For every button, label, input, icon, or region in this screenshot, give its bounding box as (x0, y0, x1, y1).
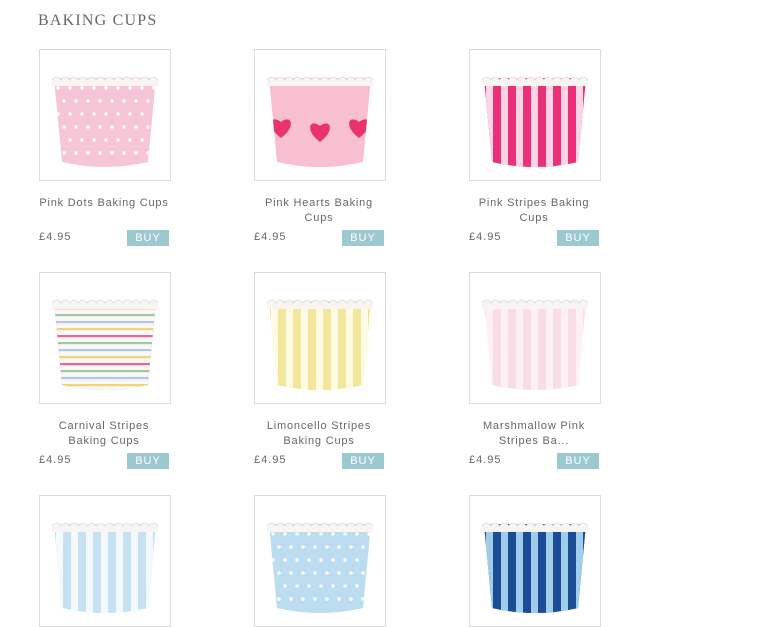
product-name[interactable]: Marshmallow Pink Stripes Ba... (469, 419, 599, 449)
page-title: BAKING CUPS (38, 12, 158, 29)
product-image[interactable] (469, 272, 601, 404)
product-name[interactable]: Pink Stripes Baking Cups (469, 196, 599, 226)
buy-button[interactable]: BUY (342, 453, 384, 469)
buy-button[interactable]: BUY (127, 230, 169, 246)
buy-button[interactable]: BUY (127, 453, 169, 469)
buy-button[interactable]: BUY (557, 453, 599, 469)
product-price: £4.95 (254, 454, 287, 466)
product-image[interactable] (39, 272, 171, 404)
product-price: £4.95 (254, 231, 287, 243)
product-image[interactable] (254, 272, 386, 404)
buy-button[interactable]: BUY (342, 230, 384, 246)
product-image[interactable] (254, 49, 386, 181)
product-price: £4.95 (469, 454, 502, 466)
product-image[interactable] (39, 49, 171, 181)
product-image[interactable] (469, 495, 601, 627)
product-image[interactable] (254, 495, 386, 627)
buy-button[interactable]: BUY (557, 230, 599, 246)
product-price: £4.95 (39, 231, 72, 243)
product-name[interactable]: Pink Dots Baking Cups (39, 196, 169, 211)
product-image[interactable] (39, 495, 171, 627)
product-price: £4.95 (469, 231, 502, 243)
product-name[interactable]: Carnival Stripes Baking Cups (39, 419, 169, 449)
product-name[interactable]: Pink Hearts Baking Cups (254, 196, 384, 226)
product-image[interactable] (469, 49, 601, 181)
product-name[interactable]: Limoncello Stripes Baking Cups (254, 419, 384, 449)
product-price: £4.95 (39, 454, 72, 466)
